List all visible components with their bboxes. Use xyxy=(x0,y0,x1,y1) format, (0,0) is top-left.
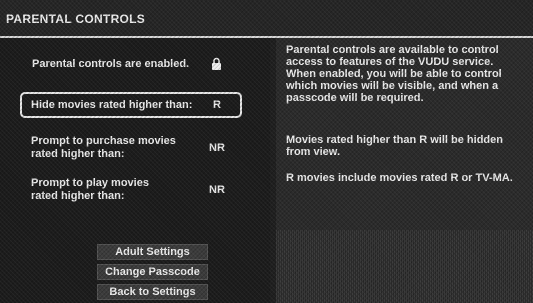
hide-movies-value: R xyxy=(213,99,221,111)
prompt-purchase-setting[interactable]: Prompt to purchase movies rated higher t… xyxy=(20,132,242,164)
header-bar: PARENTAL CONTROLS xyxy=(0,0,533,38)
info-hidden-text: Movies rated higher than R will be hidde… xyxy=(286,134,503,158)
back-to-settings-button[interactable]: Back to Settings xyxy=(97,284,208,300)
change-passcode-button[interactable]: Change Passcode xyxy=(97,264,208,280)
adult-settings-button[interactable]: Adult Settings xyxy=(97,244,208,260)
prompt-purchase-value: NR xyxy=(209,142,225,154)
info-includes-text: R movies include movies rated R or TV-MA… xyxy=(286,172,513,184)
info-panel-pattern xyxy=(276,230,533,303)
prompt-purchase-label: Prompt to purchase movies rated higher t… xyxy=(31,135,176,160)
parental-status-text: Parental controls are enabled. xyxy=(32,58,190,70)
prompt-play-label: Prompt to play movies rated higher than: xyxy=(31,177,149,202)
page-title: PARENTAL CONTROLS xyxy=(6,12,146,26)
prompt-play-value: NR xyxy=(209,184,225,196)
prompt-play-setting[interactable]: Prompt to play movies rated higher than:… xyxy=(20,174,242,206)
hide-movies-label: Hide movies rated higher than: xyxy=(31,99,193,111)
info-intro-text: Parental controls are available to contr… xyxy=(286,44,502,104)
lock-icon xyxy=(212,57,221,70)
